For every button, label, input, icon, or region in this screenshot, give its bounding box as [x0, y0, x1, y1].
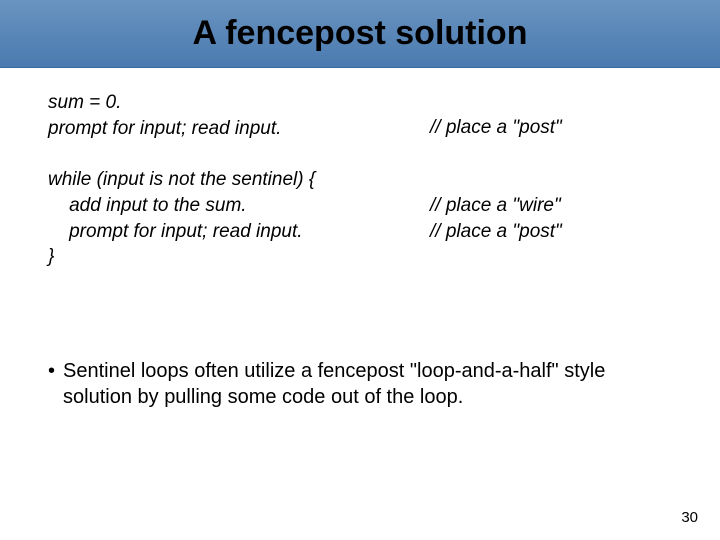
- code-line: while (input is not the sentinel) {: [48, 167, 672, 193]
- bullet-marker: •: [48, 358, 63, 410]
- code-text: while (input is not the sentinel) {: [48, 167, 315, 193]
- code-comment: // place a "wire": [430, 193, 561, 219]
- code-text: prompt for input; read input.: [48, 219, 303, 245]
- code-comment: // place a "post": [430, 219, 562, 245]
- code-text: prompt for input; read input.: [48, 116, 281, 142]
- code-line: sum = 0.: [48, 90, 672, 116]
- code-comment: // place a "post": [430, 115, 562, 141]
- code-line: prompt for input; read input.: [48, 219, 672, 245]
- slide-title: A fencepost solution: [193, 14, 528, 53]
- code-text: }: [48, 244, 54, 270]
- code-text: add input to the sum.: [48, 193, 247, 219]
- bullet-item: • Sentinel loops often utilize a fencepo…: [48, 358, 672, 410]
- page-number: 30: [681, 509, 698, 526]
- bullet-section: • Sentinel loops often utilize a fencepo…: [48, 358, 672, 410]
- code-line: prompt for input; read input.: [48, 116, 672, 142]
- content-area: sum = 0. prompt for input; read input. /…: [0, 68, 720, 410]
- code-text: sum = 0.: [48, 90, 121, 116]
- bullet-text: Sentinel loops often utilize a fencepost…: [63, 358, 672, 410]
- code-line: add input to the sum.: [48, 193, 672, 219]
- title-bar: A fencepost solution: [0, 0, 720, 68]
- pseudocode-block: sum = 0. prompt for input; read input. /…: [48, 90, 672, 270]
- code-blank-line: [48, 141, 672, 167]
- code-line: }: [48, 244, 672, 270]
